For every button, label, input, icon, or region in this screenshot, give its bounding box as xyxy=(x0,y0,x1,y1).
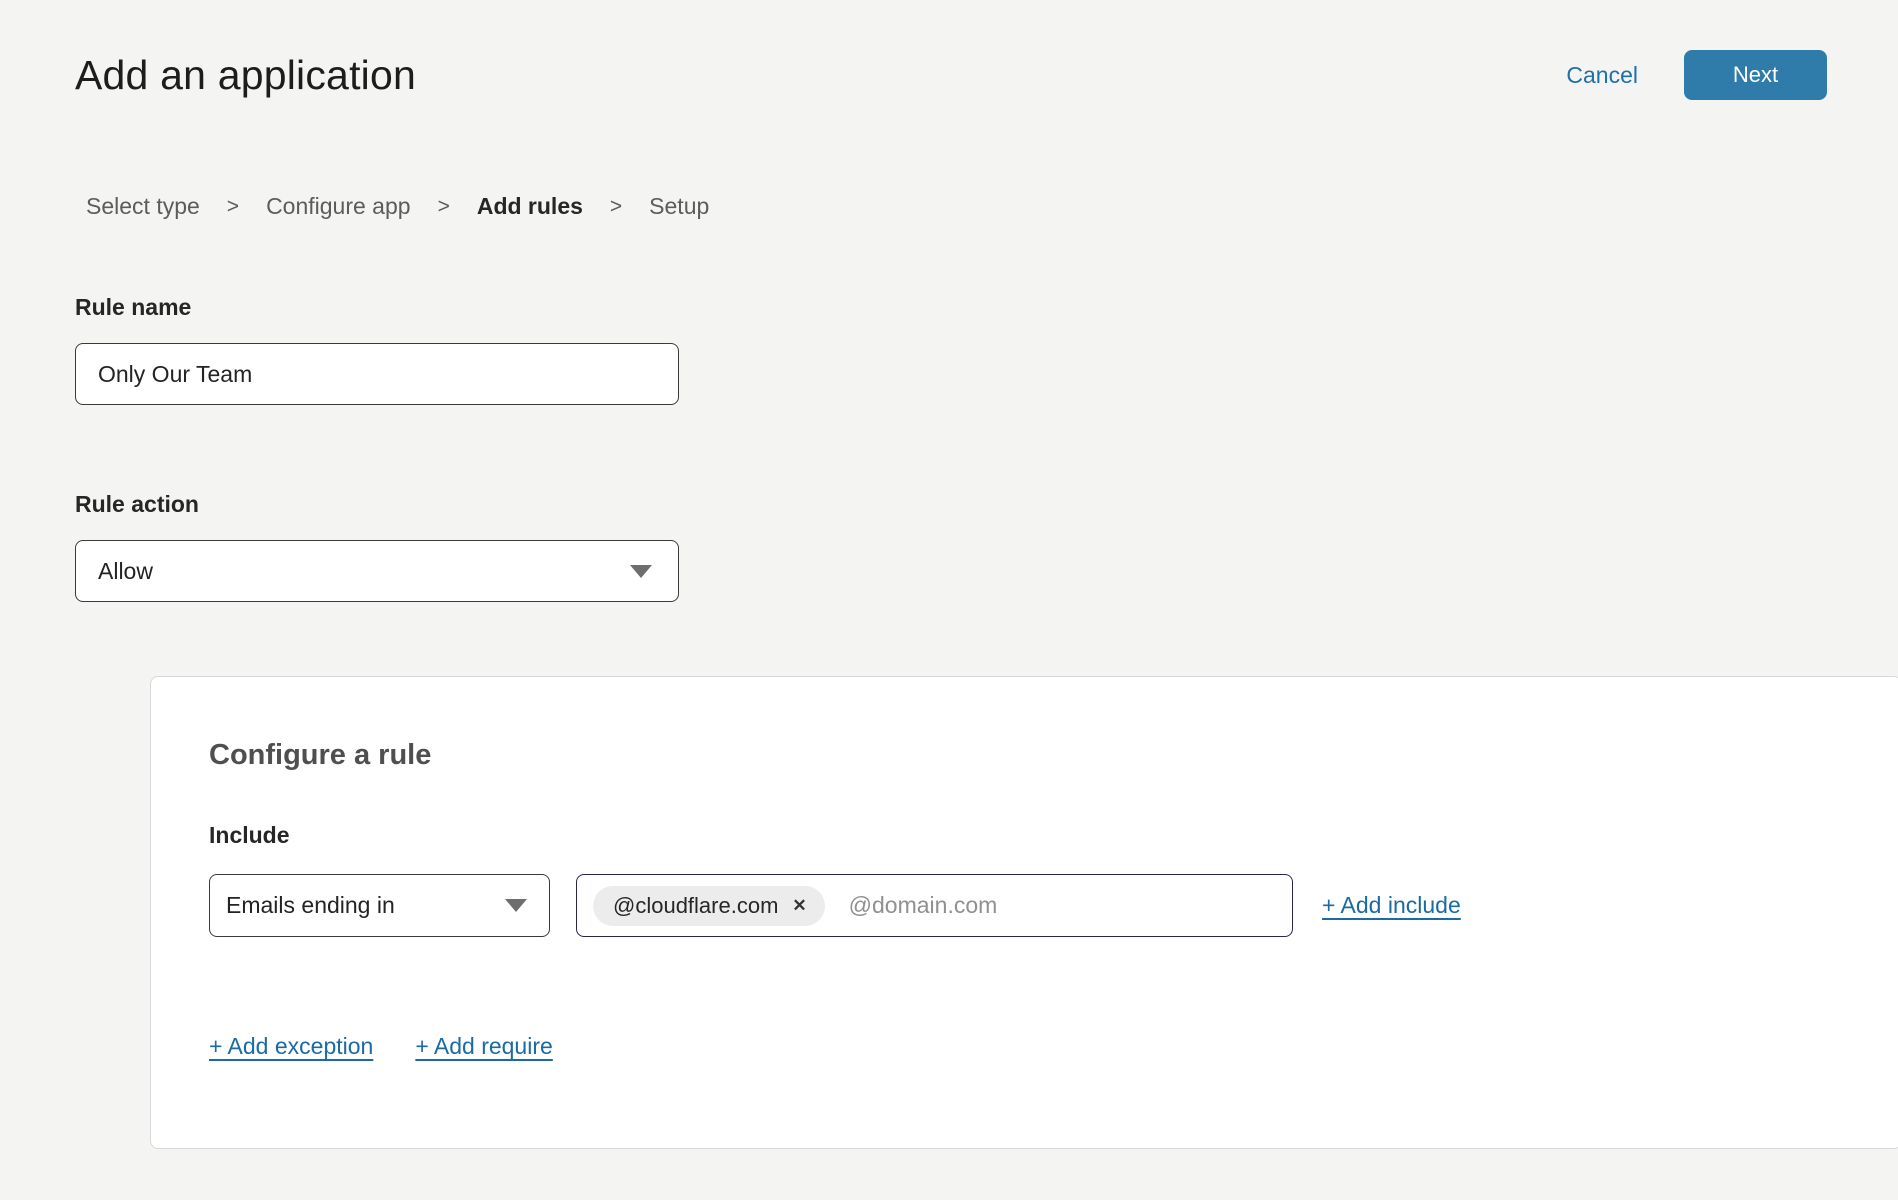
wizard-breadcrumb: Select type > Configure app > Add rules … xyxy=(86,193,1898,220)
rule-name-label: Rule name xyxy=(75,294,1898,321)
remove-tag-icon[interactable]: ✕ xyxy=(792,897,806,914)
add-application-page: Add an application Cancel Next Select ty… xyxy=(0,0,1898,1200)
breadcrumb-step-select-type[interactable]: Select type xyxy=(86,193,200,220)
header-actions: Cancel Next xyxy=(1566,50,1827,100)
breadcrumb-step-configure-app[interactable]: Configure app xyxy=(266,193,411,220)
breadcrumb-step-add-rules[interactable]: Add rules xyxy=(477,193,583,220)
include-criteria-selected-value: Emails ending in xyxy=(226,892,395,919)
breadcrumb-separator: > xyxy=(438,195,450,219)
add-include-link[interactable]: + Add include xyxy=(1322,892,1461,919)
include-rule-row: Emails ending in @cloudflare.com ✕ + Add… xyxy=(209,874,1898,937)
rule-action-label: Rule action xyxy=(75,491,1898,518)
rule-name-input[interactable] xyxy=(75,343,679,405)
breadcrumb-separator: > xyxy=(610,195,622,219)
breadcrumb-separator: > xyxy=(227,195,239,219)
rule-action-select[interactable]: Allow xyxy=(75,540,679,602)
breadcrumb-step-setup[interactable]: Setup xyxy=(649,193,709,220)
email-domain-tag: @cloudflare.com ✕ xyxy=(593,886,825,926)
add-require-link[interactable]: + Add require xyxy=(415,1033,552,1060)
rule-form: Rule name Rule action Allow Configure a … xyxy=(75,294,1898,1149)
rule-links-row: + Add exception + Add require xyxy=(209,1033,1898,1060)
configure-rule-title: Configure a rule xyxy=(209,739,1898,772)
domain-entry-input[interactable] xyxy=(849,892,1276,919)
include-value-tag-input[interactable]: @cloudflare.com ✕ xyxy=(576,874,1293,937)
add-exception-link[interactable]: + Add exception xyxy=(209,1033,373,1060)
rule-action-selected-value: Allow xyxy=(98,558,153,585)
page-header: Add an application Cancel Next xyxy=(0,0,1898,100)
email-domain-tag-label: @cloudflare.com xyxy=(613,893,778,919)
cancel-button[interactable]: Cancel xyxy=(1566,62,1638,89)
next-button[interactable]: Next xyxy=(1684,50,1827,100)
chevron-down-icon xyxy=(505,899,527,912)
include-label: Include xyxy=(209,822,1898,849)
configure-rule-card: Configure a rule Include Emails ending i… xyxy=(150,676,1898,1149)
chevron-down-icon xyxy=(630,565,652,578)
page-title: Add an application xyxy=(75,52,416,99)
include-criteria-select[interactable]: Emails ending in xyxy=(209,874,550,937)
